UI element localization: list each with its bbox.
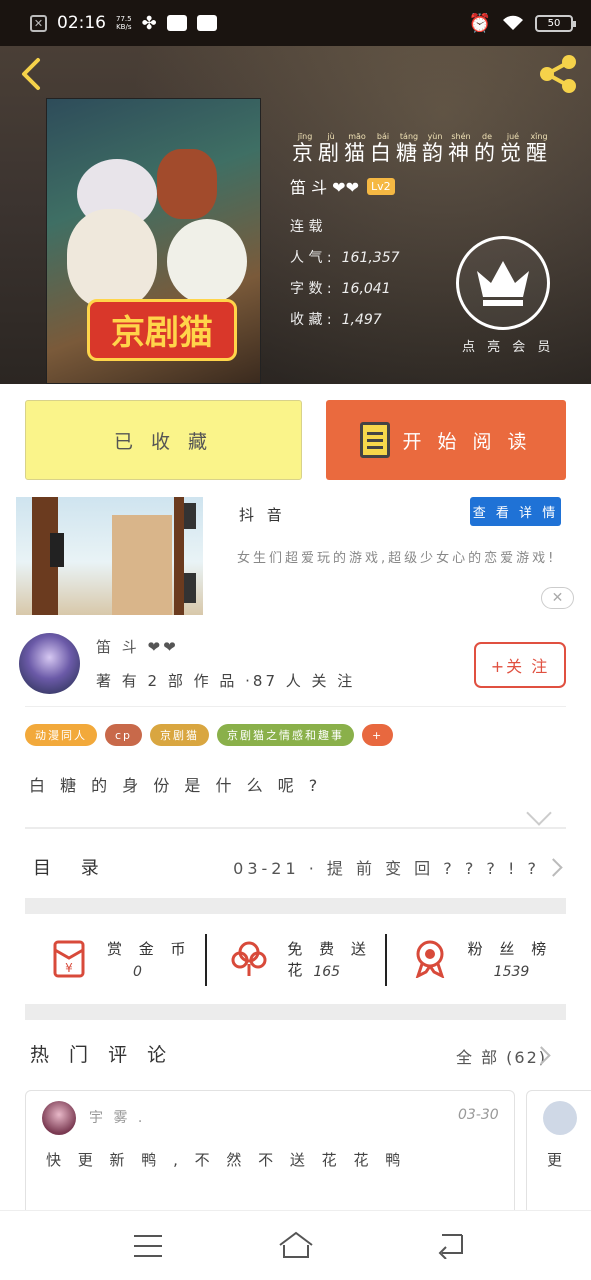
- tag-list: 动漫同人 cp 京剧猫 京剧猫之情感和趣事 +: [25, 724, 394, 746]
- pinwheel-icon: ✤: [141, 12, 157, 34]
- popularity-value: 161,357: [341, 250, 400, 266]
- book-icon: [360, 422, 391, 458]
- notification-x-icon: ✕: [30, 14, 47, 32]
- author-row[interactable]: 笛 斗 ❤❤ Lv2: [290, 174, 395, 198]
- table-of-contents-row[interactable]: 目 录 03-21 · 提 前 变 回 ? ? ? ! ?: [25, 839, 566, 895]
- favorites-row: 收 藏 :1,497: [290, 312, 382, 328]
- avatar[interactable]: [42, 1101, 76, 1135]
- follow-label: +关 注: [490, 657, 550, 676]
- back-arrow-icon: [22, 58, 40, 90]
- latest-chapter: 03-21 · 提 前 变 回 ? ? ? ! ?: [233, 859, 540, 878]
- system-nav-bar: [0, 1210, 591, 1280]
- net-speed: 77.5 KB/s: [116, 15, 132, 31]
- ad-details-button[interactable]: 查 看 详 情: [470, 497, 561, 526]
- popularity-row: 人 气 :161,357: [290, 250, 400, 266]
- comment-card[interactable]: 更: [526, 1090, 591, 1220]
- expand-chevron-down-icon[interactable]: [526, 800, 552, 826]
- wifi-icon: [503, 15, 523, 30]
- net-speed-unit: KB/s: [116, 23, 132, 31]
- divider: [25, 706, 566, 707]
- app-icon: [196, 15, 217, 31]
- wordcount-row: 字 数 :16,041: [290, 281, 391, 297]
- section-separator: [25, 1004, 566, 1020]
- status-time: 02:16: [57, 13, 106, 33]
- main-content: 已 收 藏 开 始 阅 读 抖 音 查 看 详 情 女生们超爱玩的游戏,超级少女…: [0, 384, 591, 1220]
- chevron-right-icon: [544, 858, 563, 877]
- tag-item[interactable]: 动漫同人: [25, 724, 97, 746]
- close-icon: ✕: [551, 590, 564, 606]
- flower-reward[interactable]: 免 费 送 花 165: [205, 924, 385, 1004]
- comment-user: 宇 雾 .: [89, 1110, 146, 1126]
- cover-logo: 京剧猫: [87, 299, 237, 361]
- vip-crown-button[interactable]: [456, 236, 550, 330]
- tag-item[interactable]: 京剧猫之情感和趣事: [217, 724, 355, 746]
- start-reading-label: 开 始 阅 读: [402, 430, 532, 453]
- comment-text: 更: [547, 1151, 563, 1169]
- battery-level: 50: [547, 17, 561, 29]
- tag-item[interactable]: cp: [105, 724, 143, 746]
- reward-bar: ¥ 赏 金 币 0 免 费 送 花 165 粉 丝 榜 1539: [25, 924, 566, 1004]
- divider: [205, 934, 207, 986]
- book-header: 京剧猫 京jīng剧jù猫māo白bái糖táng韵yùn神shén的de觉ju…: [0, 46, 591, 384]
- reward-label: 粉 丝 榜: [467, 940, 553, 958]
- net-speed-value: 77.5: [116, 15, 132, 23]
- back-icon[interactable]: [436, 1229, 466, 1259]
- section-separator: [25, 898, 566, 914]
- reward-label: 赏 金 币: [107, 940, 192, 958]
- avatar[interactable]: [543, 1101, 577, 1135]
- wordcount-value: 16,041: [341, 281, 391, 297]
- ad-details-label: 查 看 详 情: [472, 506, 559, 521]
- tag-item[interactable]: 京剧猫: [150, 724, 210, 746]
- ad-description: 女生们超爱玩的游戏,超级少女心的恋爱游戏!: [237, 551, 557, 566]
- home-icon[interactable]: [276, 1229, 316, 1261]
- medal-icon: [415, 940, 444, 978]
- ad-image[interactable]: [16, 497, 203, 615]
- gold-coin-envelope-icon: ¥: [53, 940, 85, 978]
- start-reading-button[interactable]: 开 始 阅 读: [326, 400, 566, 480]
- video-icon: [166, 15, 187, 31]
- follow-button[interactable]: +关 注: [474, 642, 566, 688]
- back-button[interactable]: [16, 56, 46, 90]
- hot-comments-title: 热 门 评 论: [30, 1044, 174, 1066]
- reward-value: 165: [313, 964, 341, 980]
- add-tag-button[interactable]: +: [362, 724, 394, 746]
- reward-value: 1539: [493, 964, 530, 980]
- ad-close-button[interactable]: ✕: [541, 587, 574, 609]
- level-badge: Lv2: [367, 177, 395, 195]
- status-bar: ✕ 02:16 77.5 KB/s ✤ ⏰ 50: [0, 0, 591, 46]
- comment-text: 快 更 新 鸭 , 不 然 不 送 花 花 鸭: [46, 1151, 407, 1169]
- ad-brand: 抖 音: [239, 506, 286, 524]
- divider: [385, 934, 387, 986]
- toc-label: 目 录: [33, 858, 111, 879]
- comment-card[interactable]: 宇 雾 . 03-30 快 更 新 鸭 , 不 然 不 送 花 花 鸭: [25, 1090, 515, 1220]
- book-meta: 连 载 人 气 :161,357 字 数 :16,041 收 藏 :1,497: [290, 212, 400, 336]
- flower-icon: [231, 941, 267, 976]
- author-panel-name[interactable]: 笛 斗 ❤❤: [96, 636, 179, 657]
- serial-status: 连 载: [290, 219, 323, 235]
- divider: [25, 827, 566, 829]
- book-cover[interactable]: 京剧猫: [46, 98, 261, 384]
- book-title: 京jīng剧jù猫māo白bái糖táng韵yùn神shén的de觉jué醒xǐ…: [292, 132, 552, 165]
- battery-icon: 50: [535, 14, 576, 32]
- crown-icon: [477, 261, 529, 306]
- comment-date: 03-30: [458, 1107, 499, 1123]
- collect-label: 已 收 藏: [113, 430, 214, 453]
- vip-label[interactable]: 点 亮 会 员: [462, 336, 554, 355]
- fan-ranking[interactable]: 粉 丝 榜 1539: [386, 924, 566, 1004]
- author-name: 笛 斗 ❤❤: [290, 178, 359, 197]
- share-icon: [540, 55, 576, 93]
- alarm-icon: ⏰: [468, 12, 491, 34]
- collect-button[interactable]: 已 收 藏: [25, 400, 302, 480]
- gold-coin-reward[interactable]: ¥ 赏 金 币 0: [25, 924, 205, 1004]
- menu-icon[interactable]: [134, 1235, 162, 1257]
- favorites-value: 1,497: [341, 312, 382, 328]
- author-panel-stats: 著 有 2 部 作 品 ·87 人 关 注: [96, 672, 356, 690]
- svg-text:¥: ¥: [65, 961, 73, 975]
- author-avatar[interactable]: [19, 633, 80, 694]
- book-description: 白 糖 的 身 份 是 什 么 呢 ?: [29, 776, 323, 795]
- reward-value: 0: [133, 964, 142, 980]
- share-button[interactable]: [535, 52, 581, 96]
